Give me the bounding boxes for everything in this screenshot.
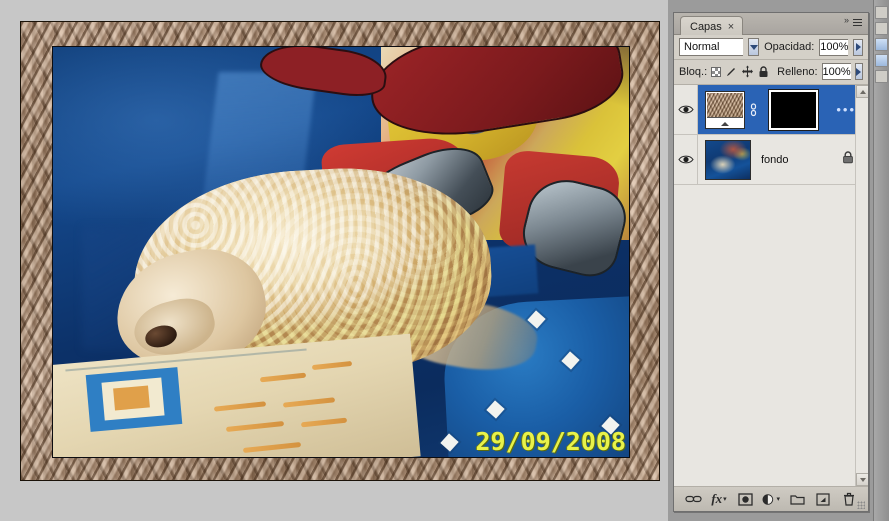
- panel-tabstrip: Capas × »: [674, 13, 868, 35]
- layer-thumbnail[interactable]: [705, 90, 745, 129]
- panel-dock: Capas × » Normal Opacidad: 100% Bloq.: R…: [668, 0, 889, 521]
- tab-label: Capas: [690, 20, 722, 33]
- layer-row-fondo[interactable]: fondo: [674, 135, 868, 185]
- transparency-lock-icon[interactable]: [711, 65, 722, 79]
- scroll-up-icon[interactable]: [856, 85, 868, 98]
- layer-name[interactable]: fondo: [761, 154, 842, 166]
- eye-icon: [677, 104, 694, 115]
- dock-icon-lines[interactable]: [875, 22, 888, 35]
- opacity-slider-arrow-icon[interactable]: [853, 38, 863, 56]
- photo-date-stamp: 29/09/2008: [475, 427, 626, 456]
- link-layers-button[interactable]: [684, 491, 702, 507]
- adjustment-layer-button[interactable]: ▾: [762, 491, 780, 507]
- lock-row: Bloq.: Relleno: 100%: [674, 60, 868, 85]
- layers-panel-toolbar: fx ▾ ▾: [674, 487, 868, 511]
- dock-icon-panel-1[interactable]: [875, 38, 888, 51]
- dog-photograph: 29/09/2008: [52, 46, 630, 458]
- layer-row-masked[interactable]: •••: [674, 85, 868, 135]
- collapsed-dock-strip[interactable]: [873, 0, 889, 521]
- tab-capas[interactable]: Capas ×: [680, 16, 744, 35]
- document-area[interactable]: 29/09/2008: [0, 0, 668, 521]
- panel-resize-grip[interactable]: [857, 501, 865, 509]
- layer-locked-icon: [842, 150, 854, 169]
- layer-overflow-icon: •••: [836, 102, 856, 117]
- close-icon[interactable]: ×: [728, 20, 734, 35]
- fill-input[interactable]: 100%: [821, 63, 851, 80]
- new-layer-button[interactable]: [814, 491, 832, 507]
- dock-icon-panel-2[interactable]: [875, 54, 888, 67]
- add-mask-button[interactable]: [736, 491, 754, 507]
- collapse-chevron-icon[interactable]: »: [844, 15, 849, 25]
- layer-style-button[interactable]: fx ▾: [710, 491, 728, 507]
- layers-panel: Capas × » Normal Opacidad: 100% Bloq.: R…: [673, 12, 869, 512]
- layer-mask-thumbnail[interactable]: [768, 88, 819, 131]
- move-lock-icon[interactable]: [741, 65, 754, 79]
- opacity-label: Opacidad:: [764, 41, 815, 53]
- layer-list-scrollbar[interactable]: [855, 85, 868, 486]
- opacity-input[interactable]: 100%: [819, 38, 849, 56]
- photoshop-window: 29/09/2008 Capas × » Normal Opacidad: 10…: [0, 0, 889, 521]
- panel-menu-icon[interactable]: [851, 17, 864, 29]
- fill-slider-arrow-icon[interactable]: [854, 63, 863, 80]
- blend-mode-row: Normal Opacidad: 100%: [674, 35, 868, 60]
- dock-icon-cursor[interactable]: [875, 6, 888, 19]
- layer-visibility-toggle[interactable]: [674, 85, 698, 134]
- blend-mode-select[interactable]: Normal: [679, 38, 744, 56]
- mask-link-icon[interactable]: [745, 102, 761, 117]
- new-group-button[interactable]: [788, 491, 806, 507]
- all-lock-icon[interactable]: [758, 65, 769, 79]
- chevron-down-icon[interactable]: [748, 38, 760, 56]
- layer-list[interactable]: ••• fondo: [674, 85, 868, 487]
- scroll-down-icon[interactable]: [856, 473, 868, 486]
- lock-label: Bloq.:: [679, 65, 708, 78]
- layer-thumbnail[interactable]: [705, 139, 751, 180]
- eye-icon: [677, 154, 694, 165]
- delete-layer-button[interactable]: [840, 491, 858, 507]
- layer-visibility-toggle[interactable]: [674, 135, 698, 184]
- dock-icon-panel-3[interactable]: [875, 70, 888, 83]
- fill-label: Relleno:: [777, 65, 818, 78]
- brush-lock-icon[interactable]: [725, 65, 737, 79]
- image-canvas[interactable]: 29/09/2008: [20, 21, 660, 481]
- pillow-square-inner: [113, 385, 150, 411]
